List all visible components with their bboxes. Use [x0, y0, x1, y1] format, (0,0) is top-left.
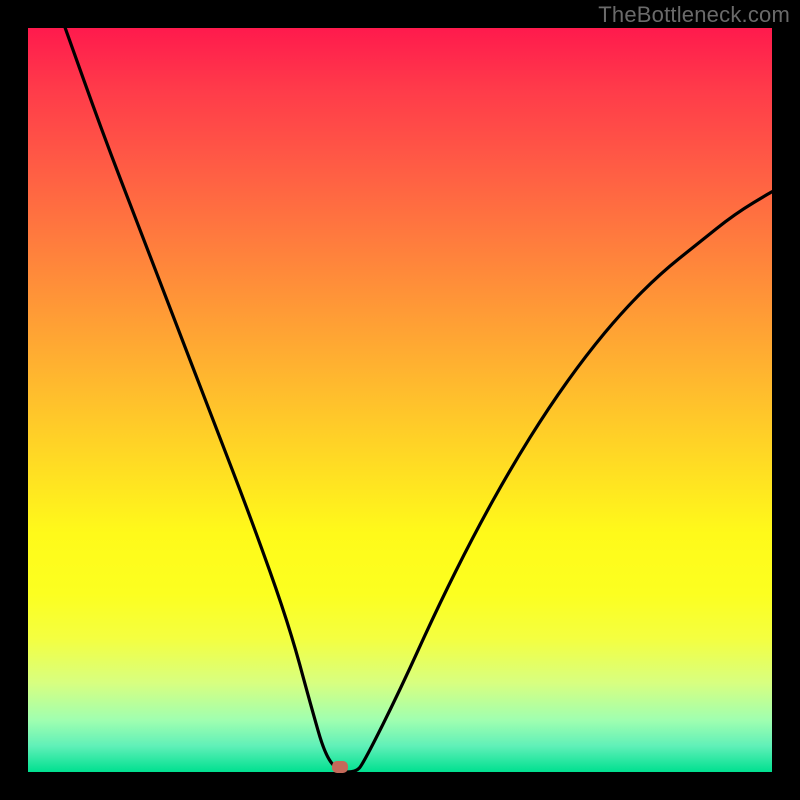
chart-frame: TheBottleneck.com [0, 0, 800, 800]
plot-area [28, 28, 772, 772]
bottleneck-curve [28, 28, 772, 772]
watermark-text: TheBottleneck.com [598, 2, 790, 28]
optimal-point-marker [332, 761, 348, 773]
